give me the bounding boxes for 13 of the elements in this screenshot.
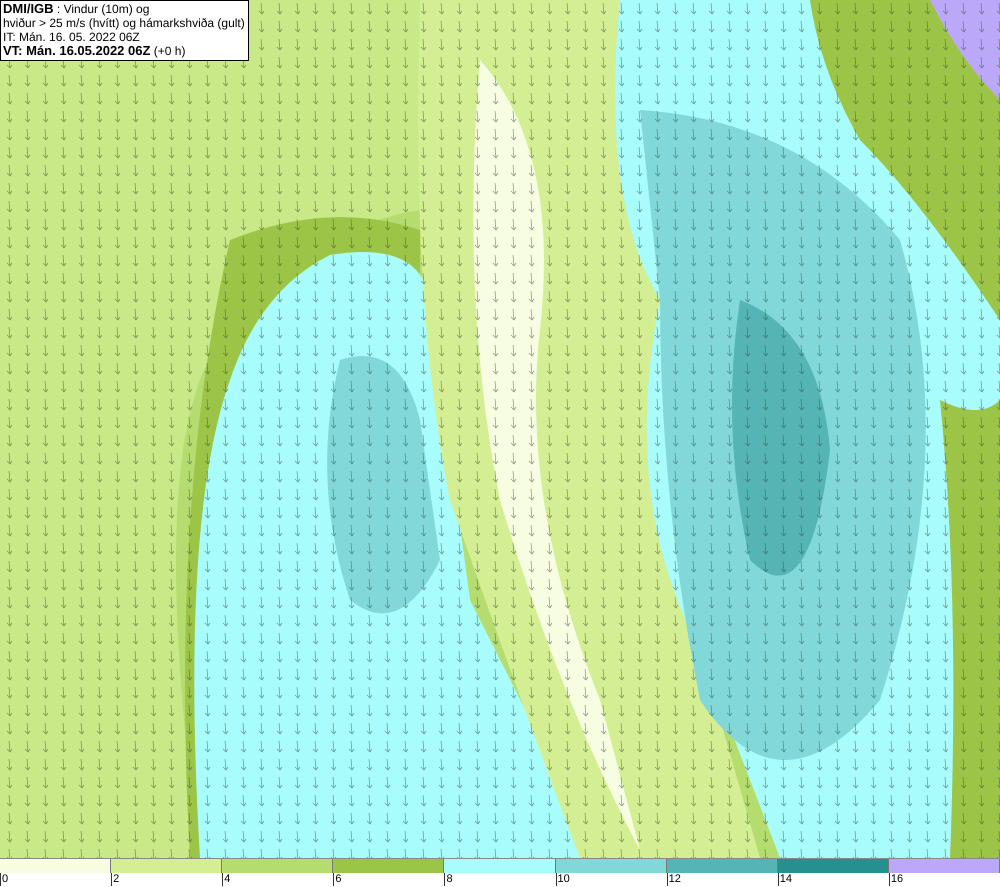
legend-label: 6 xyxy=(333,873,342,886)
header-text: IT: Mán. 16. 05. 2022 06Z xyxy=(3,30,141,44)
legend-label: 16 xyxy=(888,873,904,886)
header-text: DMI/IGB : Vindur (10m) og xyxy=(3,2,150,16)
legend-label: 8 xyxy=(444,873,453,886)
legend-label: 0 xyxy=(0,873,8,886)
legend-label: 2 xyxy=(111,873,120,886)
legend-label: 14 xyxy=(778,873,792,886)
legend-label: 10 xyxy=(556,873,570,886)
legend-label: 12 xyxy=(666,873,681,886)
header-text: VT: Mán. 16.05.2022 06Z (+0 h) xyxy=(3,44,186,58)
legend-label: 4 xyxy=(222,873,230,886)
header-text: hviður > 25 m/s (hvítt) og hámarkshviða (gult) xyxy=(3,16,245,30)
